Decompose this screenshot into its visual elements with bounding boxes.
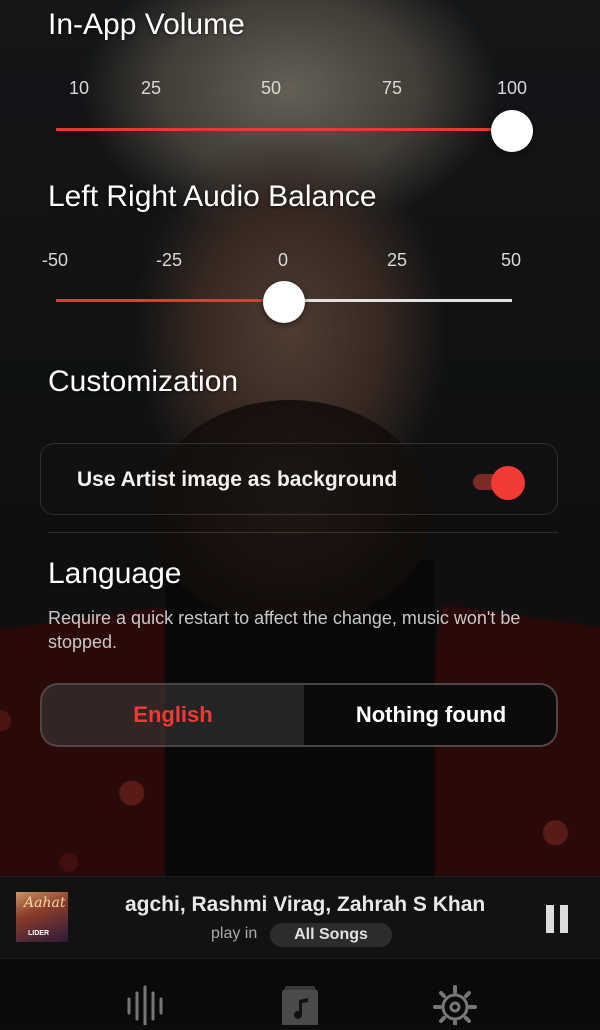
volume-slider-fill [56,128,512,131]
language-description: Require a quick restart to affect the ch… [48,608,521,652]
volume-slider-thumb[interactable] [491,110,533,152]
customization-title: Customization [48,365,239,398]
language-selector[interactable]: English Nothing found [40,683,558,747]
balance-slider-fill [56,299,284,302]
now-playing-artists[interactable]: agchi, Rashmi Virag, Zahrah S Khan [0,893,600,917]
volume-tick: 10 [68,78,90,98]
volume-ticks: 10 25 50 75 100 [0,78,600,102]
bottom-navigation [0,958,600,1029]
balance-tick: 25 [386,250,408,270]
equalizer-icon[interactable] [120,983,170,1027]
music-library-icon[interactable] [275,983,325,1029]
artist-background-setting[interactable]: Use Artist image as background [40,443,558,515]
balance-tick: 50 [500,250,522,270]
language-title: Language [48,557,182,590]
balance-slider-thumb[interactable] [263,281,305,323]
language-option-other[interactable]: Nothing found [304,685,556,745]
volume-tick: 100 [496,78,528,98]
play-in-label: play in [211,925,258,942]
balance-slider[interactable] [56,281,512,323]
balance-title: Left Right Audio Balance [48,180,377,213]
pause-icon[interactable] [544,905,570,933]
balance-ticks: -50 -25 0 25 50 [0,250,600,274]
mini-player[interactable]: Aahat LIDER agchi, Rashmi Virag, Zahrah … [0,876,600,959]
toggle-knob [491,466,525,500]
balance-tick: -25 [155,250,183,270]
artist-background-toggle[interactable] [471,464,525,500]
volume-tick: 25 [140,78,162,98]
volume-title: In-App Volume [48,8,245,41]
settings-icon[interactable] [430,983,480,1029]
album-art-tag: LIDER [28,930,49,937]
volume-tick: 50 [260,78,282,98]
section-divider [48,532,558,533]
artist-background-label: Use Artist image as background [77,468,398,491]
volume-slider[interactable] [56,110,533,152]
volume-tick: 75 [381,78,403,98]
playlist-chip[interactable]: All Songs [270,923,392,947]
language-option-english[interactable]: English [42,685,304,745]
balance-tick: -50 [41,250,69,270]
balance-tick: 0 [277,250,289,270]
